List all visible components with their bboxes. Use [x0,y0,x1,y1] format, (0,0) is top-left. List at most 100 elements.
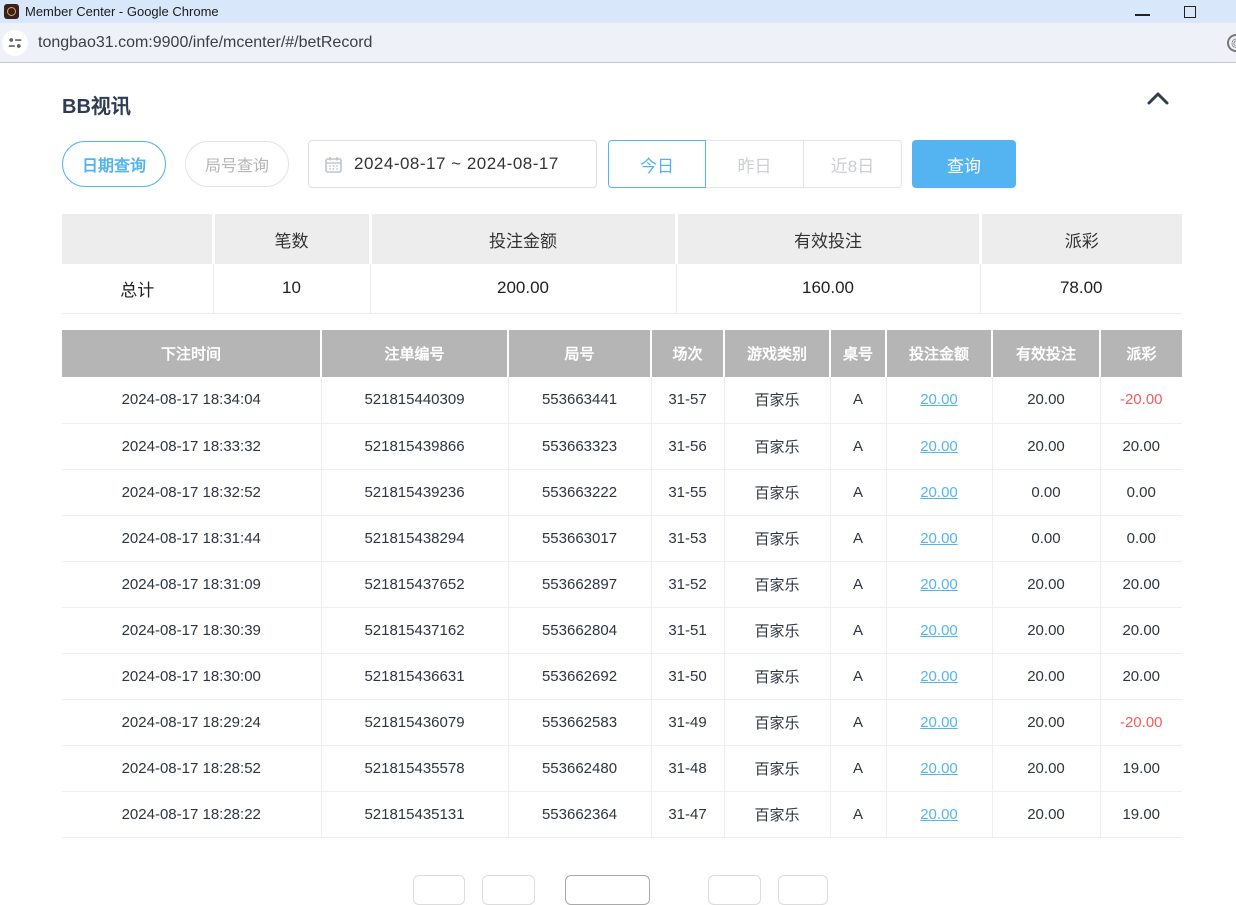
site-settings-button[interactable] [2,30,28,56]
collapse-section-button[interactable] [1144,88,1174,114]
pagination-button[interactable] [482,875,535,905]
session-cell: 31-51 [651,607,724,653]
pagination-button[interactable] [413,875,465,905]
bet-detail-link[interactable]: 20.00 [920,484,958,501]
summary-total-count: 10 [213,264,370,313]
pagination-page-size-select[interactable] [565,875,650,905]
round-number-cell: 553663441 [508,377,651,423]
bet-number-cell: 521815439236 [321,469,508,515]
bet-detail-link[interactable]: 20.00 [920,622,958,639]
date-query-tab[interactable]: 日期查询 [62,141,166,187]
pagination-button[interactable] [708,875,761,905]
payout-cell: 20.00 [1100,653,1182,699]
table-row: 2024-08-17 18:31:44521815438294553663017… [62,515,1182,561]
bet-detail-link[interactable]: 20.00 [920,714,958,731]
valid-bet-cell: 20.00 [992,745,1100,791]
valid-bet-cell: 20.00 [992,377,1100,423]
bet-detail-link[interactable]: 20.00 [920,530,958,547]
summary-total-bet-amount: 200.00 [370,264,676,313]
date-range-value: 2024-08-17 ~ 2024-08-17 [354,154,559,174]
summary-header-row: 笔数 投注金额 有效投注 派彩 [62,214,1182,264]
round-number-cell: 553662804 [508,607,651,653]
summary-table: 笔数 投注金额 有效投注 派彩 总计 10 200.00 160.00 78.0… [62,214,1182,314]
bet-amount-link[interactable]: 20.00 [886,469,992,515]
browser-partial-icon[interactable]: @ [1227,34,1236,52]
bet-amount-link[interactable]: 20.00 [886,561,992,607]
pagination-button[interactable] [778,875,828,905]
bet-time-cell: 2024-08-17 18:31:09 [62,561,321,607]
payout-cell: 0.00 [1100,469,1182,515]
round-number-cell: 553663323 [508,423,651,469]
bet-time-cell: 2024-08-17 18:32:52 [62,469,321,515]
bet-number-cell: 521815439866 [321,423,508,469]
url-text[interactable]: tongbao31.com:9900/infe/mcenter/#/betRec… [38,34,372,52]
round-query-tab[interactable]: 局号查询 [185,141,289,187]
table-number-cell: A [830,791,886,837]
bet-detail-link[interactable]: 20.00 [920,576,958,593]
bet-table-column-header: 游戏类别 [724,330,830,377]
session-cell: 31-48 [651,745,724,791]
bet-time-cell: 2024-08-17 18:33:32 [62,423,321,469]
session-cell: 31-57 [651,377,724,423]
browser-address-bar[interactable]: tongbao31.com:9900/infe/mcenter/#/betRec… [0,23,1236,63]
minimize-icon[interactable] [1135,14,1150,16]
payout-cell: 20.00 [1100,423,1182,469]
bet-amount-link[interactable]: 20.00 [886,791,992,837]
summary-total-payout: 78.00 [980,264,1182,313]
bet-record-page: BB视讯 日期查询 局号查询 2024-08-17 ~ 2024-08-17 今… [0,64,1236,883]
bet-detail-link[interactable]: 20.00 [920,668,958,685]
date-range-input[interactable]: 2024-08-17 ~ 2024-08-17 [308,140,597,188]
bet-number-cell: 521815440309 [321,377,508,423]
table-row: 2024-08-17 18:31:09521815437652553662897… [62,561,1182,607]
game-type-cell: 百家乐 [724,377,830,423]
bet-detail-link[interactable]: 20.00 [920,760,958,777]
payout-cell: -20.00 [1100,699,1182,745]
bet-amount-link[interactable]: 20.00 [886,607,992,653]
table-number-cell: A [830,745,886,791]
session-cell: 31-52 [651,561,724,607]
session-cell: 31-56 [651,423,724,469]
bet-amount-link[interactable]: 20.00 [886,745,992,791]
bet-detail-link[interactable]: 20.00 [920,438,958,455]
bet-table-column-header: 注单编号 [321,330,508,377]
bet-time-cell: 2024-08-17 18:29:24 [62,699,321,745]
window-title: Member Center - Google Chrome [25,4,219,19]
bet-number-cell: 521815436079 [321,699,508,745]
bet-amount-link[interactable]: 20.00 [886,423,992,469]
summary-header-count: 笔数 [213,214,370,264]
bet-table-column-header: 局号 [508,330,651,377]
valid-bet-cell: 20.00 [992,607,1100,653]
table-row: 2024-08-17 18:29:24521815436079553662583… [62,699,1182,745]
bet-amount-link[interactable]: 20.00 [886,515,992,561]
bet-table-column-header: 派彩 [1100,330,1182,377]
pagination-bar [0,875,1236,883]
payout-cell: 0.00 [1100,515,1182,561]
bet-amount-link[interactable]: 20.00 [886,377,992,423]
bet-time-cell: 2024-08-17 18:34:04 [62,377,321,423]
table-row: 2024-08-17 18:30:00521815436631553662692… [62,653,1182,699]
site-favicon [4,4,19,19]
search-button[interactable]: 查询 [912,140,1016,188]
bet-number-cell: 521815438294 [321,515,508,561]
game-type-cell: 百家乐 [724,653,830,699]
table-number-cell: A [830,607,886,653]
bet-time-cell: 2024-08-17 18:30:00 [62,653,321,699]
bet-number-cell: 521815436631 [321,653,508,699]
last-8-days-button[interactable]: 近8日 [804,140,902,188]
maximize-icon[interactable] [1184,6,1196,18]
game-type-cell: 百家乐 [724,515,830,561]
yesterday-button[interactable]: 昨日 [706,140,804,188]
round-number-cell: 553662692 [508,653,651,699]
round-number-cell: 553662364 [508,791,651,837]
bet-detail-link[interactable]: 20.00 [920,806,958,823]
bet-number-cell: 521815435578 [321,745,508,791]
bet-detail-link[interactable]: 20.00 [920,391,958,408]
payout-cell: 20.00 [1100,607,1182,653]
bet-amount-link[interactable]: 20.00 [886,699,992,745]
bet-amount-link[interactable]: 20.00 [886,653,992,699]
bet-time-cell: 2024-08-17 18:28:52 [62,745,321,791]
round-number-cell: 553662897 [508,561,651,607]
today-button[interactable]: 今日 [608,140,706,188]
round-number-cell: 553662583 [508,699,651,745]
session-cell: 31-55 [651,469,724,515]
